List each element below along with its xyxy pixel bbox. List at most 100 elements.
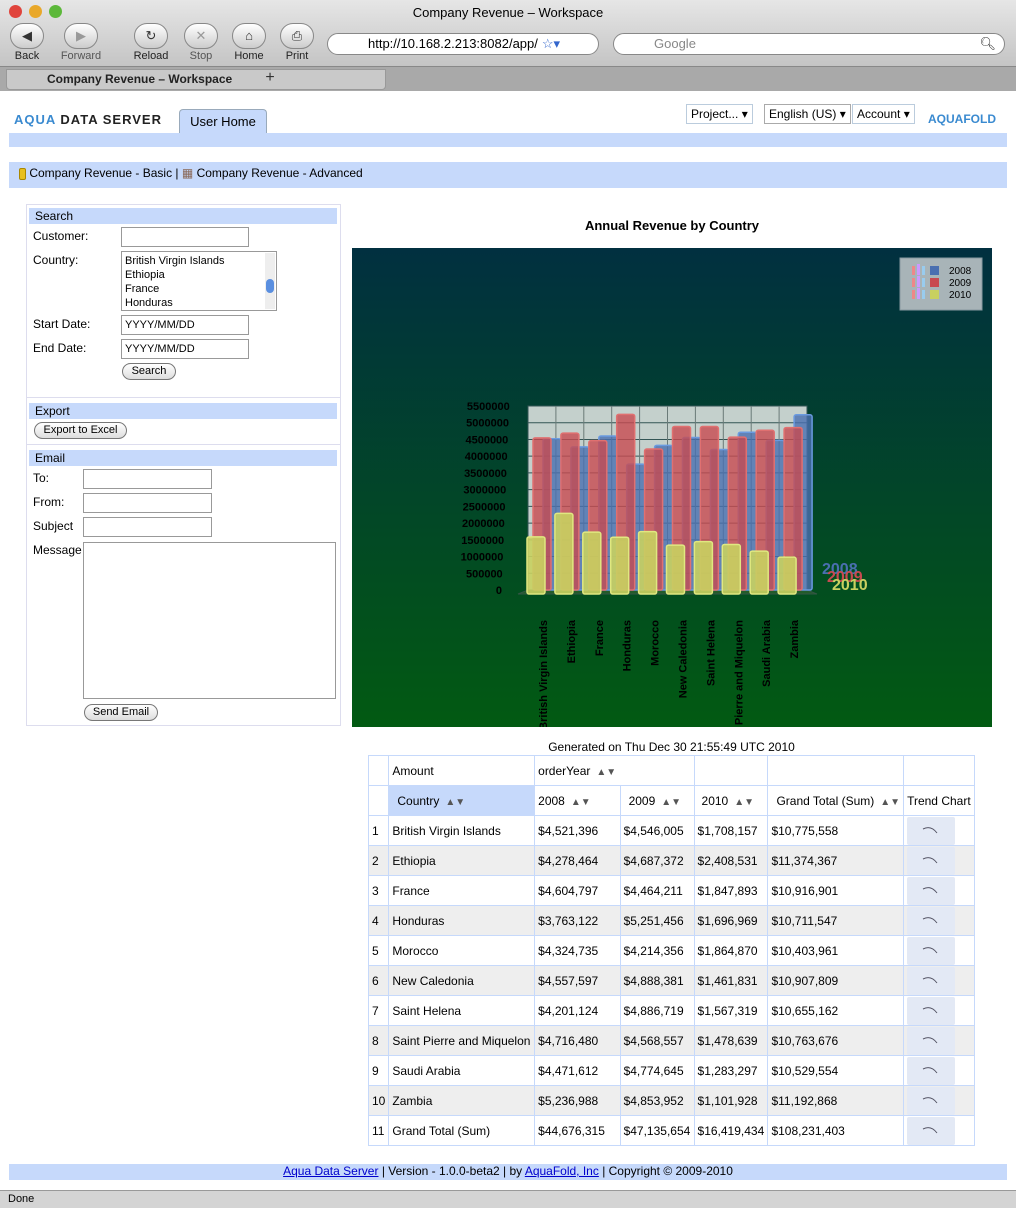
trend-cell xyxy=(903,1025,975,1056)
country-header-label: Country xyxy=(397,793,440,808)
country-cell: France xyxy=(388,875,536,906)
trend-sparkline-icon[interactable] xyxy=(907,936,956,965)
trend-sparkline-icon[interactable] xyxy=(907,816,956,845)
forward-button[interactable]: ▶ xyxy=(64,23,98,49)
country-cell: Saudi Arabia xyxy=(388,1055,536,1086)
cell-2009: $4,853,952 xyxy=(619,1085,695,1116)
row-index: 5 xyxy=(367,935,390,966)
trend-sparkline-icon[interactable] xyxy=(907,1026,956,1055)
home-button[interactable]: ⌂ xyxy=(232,23,266,49)
print-label: Print xyxy=(285,50,309,62)
trend-sparkline-icon[interactable] xyxy=(907,876,956,905)
table-row: 6 New Caledonia $4,557,597 $4,888,381 $1,461… xyxy=(367,965,975,996)
country-listbox[interactable]: British Virgin Islands Ethiopia France H… xyxy=(121,251,277,311)
trend-sparkline-icon[interactable] xyxy=(907,966,956,995)
search-icon[interactable]: 🔍︎ xyxy=(979,34,996,54)
sort-icon[interactable]: ▲▼ xyxy=(596,767,616,778)
col-header-2008[interactable]: 2008 ▲▼ xyxy=(534,785,621,816)
aquafold-logo: AQUAFOLD xyxy=(928,112,996,126)
col-field-header[interactable]: orderYear ▲▼ xyxy=(534,755,695,786)
sort-icon[interactable]: ▲▼ xyxy=(571,797,591,808)
sort-icon[interactable]: ▲▼ xyxy=(880,797,900,808)
basic-report-icon xyxy=(19,167,26,180)
listbox-scrollbar[interactable] xyxy=(265,253,275,309)
cell-2009: $4,687,372 xyxy=(619,845,695,876)
print-button[interactable]: ⎙ xyxy=(280,23,314,49)
grand-total-cell: $11,374,367 xyxy=(767,845,905,876)
search-field[interactable]: Google 🔍︎ xyxy=(613,33,1005,55)
url-bar[interactable]: http://10.168.2.213:8082/app/ ☆▾ xyxy=(327,33,599,55)
trend-sparkline-icon[interactable] xyxy=(907,1116,956,1145)
country-option[interactable]: France xyxy=(125,282,276,296)
new-tab-button[interactable]: + xyxy=(256,69,284,89)
aqua-data-server-link[interactable]: Aqua Data Server xyxy=(283,1164,378,1178)
col-header-2010[interactable]: 2010 ▲▼ xyxy=(693,785,769,816)
country-cell: British Virgin Islands xyxy=(388,815,536,846)
cell-2008: $4,521,396 xyxy=(534,815,621,846)
trend-sparkline-icon[interactable] xyxy=(907,1086,956,1115)
project-dropdown[interactable]: Project... ▾ xyxy=(686,104,753,124)
export-excel-button[interactable]: Export to Excel xyxy=(34,422,127,439)
account-dropdown[interactable]: Account ▾ xyxy=(852,104,915,124)
col-header-grand-total[interactable]: Grand Total (Sum) ▲▼ xyxy=(767,785,905,816)
breadcrumb-advanced-link[interactable]: Company Revenue - Advanced xyxy=(197,166,363,180)
trend-sparkline-icon[interactable] xyxy=(907,906,956,935)
country-cell: Morocco xyxy=(388,935,536,966)
project-label: Project... xyxy=(691,107,739,121)
row-index: 11 xyxy=(367,1115,390,1146)
country-header[interactable]: Country ▲▼ xyxy=(388,785,536,816)
back-button[interactable]: ◀ xyxy=(10,23,44,49)
subject-input[interactable] xyxy=(83,517,212,537)
cell-2009: $4,568,557 xyxy=(619,1025,695,1056)
search-button[interactable]: Search xyxy=(122,363,176,380)
cell-2010: $1,708,157 xyxy=(693,815,769,846)
reload-button[interactable]: ↻ xyxy=(134,23,168,49)
legend-mini-bar-icon xyxy=(917,264,920,275)
grand-total-cell: $10,711,547 xyxy=(767,905,905,936)
y-tick-label: 2500000 xyxy=(463,501,506,513)
sort-icon[interactable]: ▲▼ xyxy=(734,797,754,808)
to-input[interactable] xyxy=(83,469,212,489)
cell-2008: $4,604,797 xyxy=(534,875,621,906)
language-dropdown[interactable]: English (US) ▾ xyxy=(764,104,851,124)
col-header-2009[interactable]: 2009 ▲▼ xyxy=(619,785,695,816)
country-option[interactable]: Ethiopia xyxy=(125,268,276,282)
trend-cell xyxy=(903,995,975,1026)
cell-2010: $16,419,434 xyxy=(693,1115,769,1146)
send-email-button[interactable]: Send Email xyxy=(84,704,158,721)
to-label: To: xyxy=(33,471,50,485)
tab-user-home[interactable]: User Home xyxy=(179,109,267,134)
scrollbar-thumb[interactable] xyxy=(266,279,274,293)
trend-sparkline-icon[interactable] xyxy=(907,1056,956,1085)
grand-total-cell: $10,403,961 xyxy=(767,935,905,966)
cell-2009: $5,251,456 xyxy=(619,905,695,936)
customer-input[interactable] xyxy=(121,227,249,247)
bar-2010 xyxy=(637,530,658,595)
cell-2010: $1,696,969 xyxy=(693,905,769,936)
sort-icon[interactable]: ▲▼ xyxy=(661,797,681,808)
end-date-input[interactable]: YYYY/MM/DD xyxy=(121,339,249,359)
sort-icon[interactable]: ▲▼ xyxy=(445,797,465,808)
table-row: 9 Saudi Arabia $4,471,612 $4,774,645 $1,283,… xyxy=(367,1055,975,1086)
cell-2010: $1,283,297 xyxy=(693,1055,769,1086)
legend-label: 2010 xyxy=(949,290,972,301)
end-date-label: End Date: xyxy=(33,341,87,355)
bar-2010 xyxy=(609,536,630,595)
breadcrumb-basic-link[interactable]: Company Revenue - Basic xyxy=(29,166,172,180)
trend-cell xyxy=(903,845,975,876)
from-input[interactable] xyxy=(83,493,212,513)
trend-sparkline-icon[interactable] xyxy=(907,996,956,1025)
country-option[interactable]: British Virgin Islands xyxy=(125,254,276,268)
grand-total-cell: $10,916,901 xyxy=(767,875,905,906)
trend-sparkline-icon[interactable] xyxy=(907,846,956,875)
stop-button[interactable]: ✕ xyxy=(184,23,218,49)
country-option[interactable]: Honduras xyxy=(125,296,276,310)
aquafold-link[interactable]: AquaFold, Inc xyxy=(525,1164,599,1178)
message-textarea[interactable] xyxy=(83,542,336,699)
measure-header: Amount xyxy=(388,755,536,786)
cell-2010: $1,864,870 xyxy=(693,935,769,966)
browser-tab[interactable]: Company Revenue – Workspace xyxy=(6,69,386,90)
start-date-input[interactable]: YYYY/MM/DD xyxy=(121,315,249,335)
bookmark-star-icon[interactable]: ☆▾ xyxy=(542,36,560,51)
cell-2008: $5,236,988 xyxy=(534,1085,621,1116)
